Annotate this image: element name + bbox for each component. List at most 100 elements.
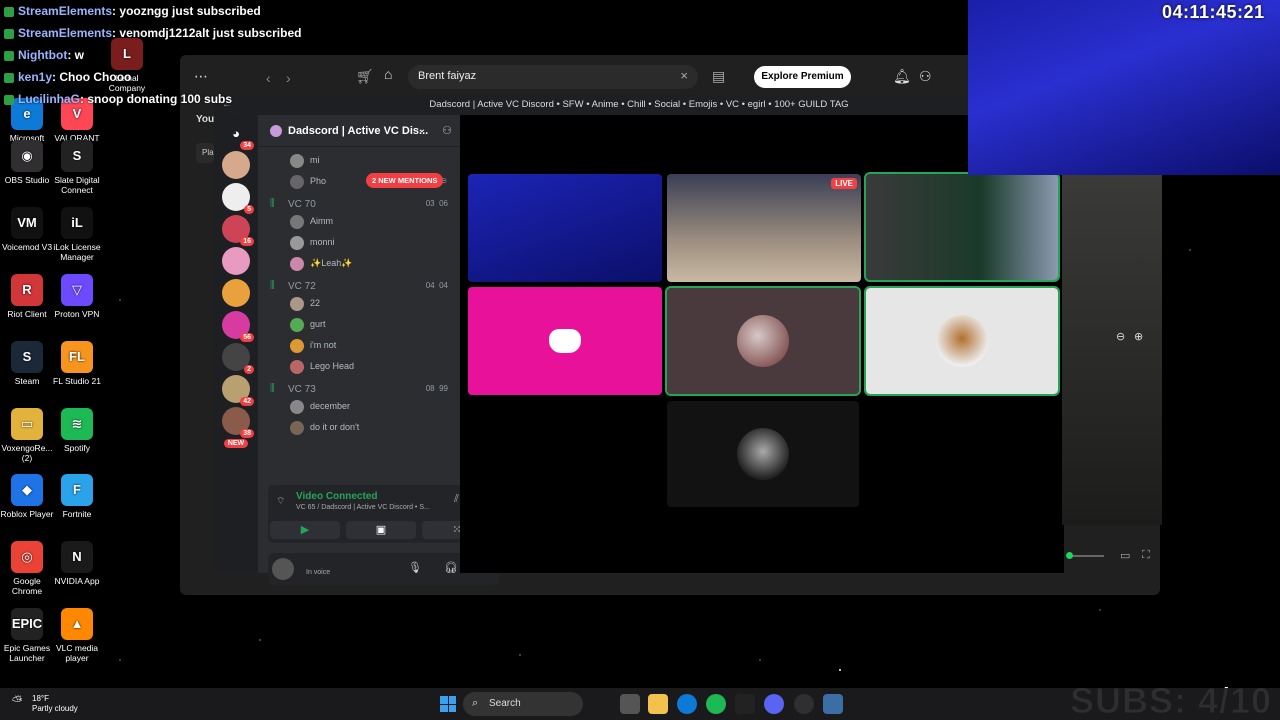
- video-tile-no-camera[interactable]: [665, 286, 861, 396]
- server-header[interactable]: Dadscord | Active VC Dis... ⌄ ⚇: [258, 115, 460, 147]
- volume-slider[interactable]: [1066, 552, 1104, 559]
- weather-widget[interactable]: ⛅︎ 18°F Partly cloudy: [12, 694, 78, 714]
- voice-user[interactable]: ✨Leah✨: [258, 254, 460, 275]
- zoom-out-icon[interactable]: ⊖: [1116, 330, 1125, 343]
- voice-user[interactable]: do it or don't: [258, 418, 460, 439]
- voice-channel[interactable]: ⫼ VC 72 04 04: [258, 275, 460, 294]
- video-tile-no-camera[interactable]: [468, 287, 662, 395]
- desktop-icon[interactable]: FL FL Studio 21: [50, 341, 104, 386]
- voice-user[interactable]: 22: [258, 294, 460, 315]
- server-icon[interactable]: 56: [222, 311, 254, 342]
- headphones-icon[interactable]: 🎧︎: [444, 561, 458, 574]
- desktop-icon-label: Roblox Player: [0, 509, 54, 519]
- discord-icon[interactable]: [764, 694, 784, 714]
- start-icon[interactable]: [440, 696, 456, 712]
- volume-thumb[interactable]: [1066, 552, 1073, 559]
- screen-share-button[interactable]: ▣: [346, 521, 416, 539]
- browse-icon[interactable]: ▤: [712, 68, 725, 85]
- weather-desc: Partly cloudy: [32, 704, 78, 713]
- browser-side-playlists[interactable]: Pla: [196, 143, 214, 163]
- voice-channel-icon: ⫼: [270, 280, 275, 291]
- voice-user[interactable]: monni: [258, 233, 460, 254]
- voice-user[interactable]: Lego Head: [258, 357, 460, 378]
- server-icon[interactable]: [222, 247, 250, 275]
- new-mentions-pill[interactable]: 2 NEW MENTIONS: [366, 173, 444, 188]
- server-icon[interactable]: 16: [222, 215, 254, 246]
- server-icon[interactable]: [222, 279, 250, 307]
- chat-text: yoozngg just subscribed: [119, 4, 261, 18]
- friends-icon[interactable]: ⚇: [919, 68, 932, 85]
- desktop-icon[interactable]: ◆ Roblox Player: [0, 474, 54, 519]
- voice-username: do it or don't: [310, 422, 360, 432]
- obs-icon[interactable]: [794, 694, 814, 714]
- discord-window: ← Dadscord | Active VC Discord • SFW • A…: [214, 95, 1064, 585]
- zoom-in-icon[interactable]: ⊕: [1134, 330, 1143, 343]
- explore-premium-button[interactable]: Explore Premium: [754, 66, 851, 88]
- home-icon[interactable]: ⌂: [384, 66, 392, 82]
- voice-status[interactable]: Video Connected: [296, 491, 378, 502]
- desktop-icon[interactable]: R Riot Client: [0, 274, 54, 319]
- avatar: [290, 236, 304, 250]
- taskbar-search[interactable]: ⌕ Search: [463, 692, 583, 716]
- voicemod-icon[interactable]: [735, 694, 755, 714]
- voice-user[interactable]: gurt: [258, 315, 460, 336]
- voice-username: Pho: [310, 176, 327, 186]
- voice-channel-list: ⫼ VC 70 03 06 Aimm monni ✨Leah✨ ⫼ VC 72 04 04 22 g…: [258, 193, 460, 439]
- task-view-icon[interactable]: [620, 694, 640, 714]
- avatar: [290, 400, 304, 414]
- desktop-icon[interactable]: ▭ VoxengoRe... (2): [0, 408, 54, 463]
- search-input[interactable]: Brent faiyaz ×: [408, 65, 698, 89]
- add-member-icon[interactable]: ⚇: [442, 124, 452, 137]
- server-name: Dadscord | Active VC Dis...: [288, 125, 429, 137]
- notifications-icon[interactable]: 🔔︎: [893, 68, 911, 85]
- desktop-icon[interactable]: ≋ Spotify: [50, 408, 104, 453]
- server-icon[interactable]: 2: [222, 343, 254, 374]
- desktop-icon[interactable]: F Fortnite: [50, 474, 104, 519]
- desktop-icon[interactable]: VM Voicemod V3: [0, 207, 54, 252]
- voice-user[interactable]: december: [258, 397, 460, 418]
- voice-user[interactable]: i'm not: [258, 336, 460, 357]
- app-icon: R: [11, 274, 43, 306]
- voice-user[interactable]: Aimm: [258, 212, 460, 233]
- desktop-icon[interactable]: S Slate Digital Connect: [50, 140, 104, 195]
- desktop-icon[interactable]: EPIC Epic Games Launcher: [0, 608, 54, 663]
- desktop-icon[interactable]: N NVIDIA App: [50, 541, 104, 586]
- voice-channel[interactable]: ⫼ VC 73 08 99: [258, 378, 460, 397]
- server-icon[interactable]: 5: [222, 183, 254, 214]
- microphone-icon[interactable]: 🎙︎: [408, 561, 422, 574]
- stream-chat-overlay: StreamElements: yoozngg just subscribed S…: [4, 0, 344, 110]
- video-tile[interactable]: [864, 172, 1060, 282]
- video-tile-no-camera[interactable]: [864, 286, 1060, 396]
- desktop-icon[interactable]: ▽ Proton VPN: [50, 274, 104, 319]
- home-discord-icon[interactable]: ◕ 34: [222, 119, 254, 150]
- app-icon: ◉: [11, 140, 43, 172]
- chat-text: Choo Chooo: [59, 70, 132, 84]
- desktop-icon[interactable]: S Steam: [0, 341, 54, 386]
- cart-icon[interactable]: 🛒︎: [356, 68, 374, 85]
- file-explorer-icon[interactable]: [648, 694, 668, 714]
- fullscreen-icon[interactable]: ⛶: [1142, 549, 1150, 562]
- voice-user[interactable]: mi: [258, 151, 460, 172]
- desktop-icon[interactable]: ◎ Google Chrome: [0, 541, 54, 596]
- video-tile-no-camera[interactable]: [667, 401, 859, 507]
- app-icon[interactable]: [823, 694, 843, 714]
- miniplayer-icon[interactable]: ▭: [1120, 549, 1130, 562]
- edge-icon[interactable]: [677, 694, 697, 714]
- chat-text: w: [74, 48, 84, 62]
- voice-channel[interactable]: ⫼ VC 70 03 06: [258, 193, 460, 212]
- stream-tile[interactable]: LIVE: [667, 174, 861, 282]
- server-icon[interactable]: 38: [222, 407, 254, 438]
- spotify-icon[interactable]: [706, 694, 726, 714]
- clear-search-icon[interactable]: ×: [680, 68, 688, 83]
- desktop-icon[interactable]: ▲ VLC media player: [50, 608, 104, 663]
- camera-button[interactable]: ▶: [270, 521, 340, 539]
- live-badge: LIVE: [831, 178, 857, 189]
- desktop-icon[interactable]: ◉ OBS Studio: [0, 140, 54, 185]
- server-icon[interactable]: 42: [222, 375, 254, 406]
- video-tile[interactable]: [468, 174, 662, 282]
- avatar[interactable]: [272, 558, 294, 580]
- server-icon[interactable]: [222, 151, 250, 179]
- desktop-icon[interactable]: iL iLok License Manager: [50, 207, 104, 262]
- noise-suppression-icon[interactable]: ⫽: [454, 493, 459, 506]
- chat-username: LucilinhaG: [18, 92, 81, 106]
